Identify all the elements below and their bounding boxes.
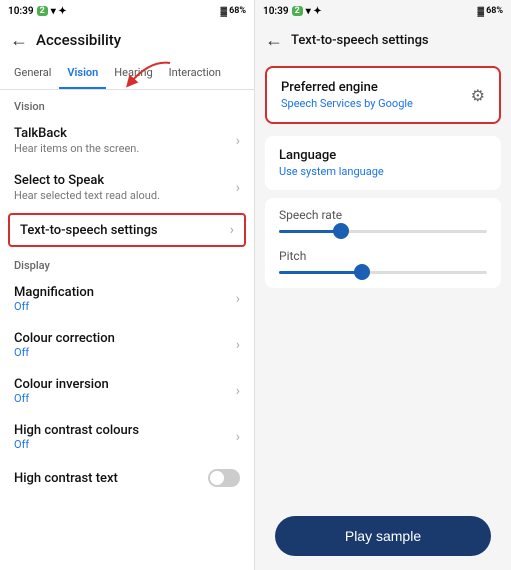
speech-rate-label: Speech rate (279, 208, 487, 222)
tab-interaction[interactable]: Interaction (161, 58, 229, 89)
talkback-title: TalkBack (14, 126, 236, 141)
preferred-engine-card[interactable]: Preferred engine Speech Services by Goog… (265, 66, 501, 124)
notification-badge-left: 2 (37, 6, 48, 16)
colour-inversion-title: Colour inversion (14, 377, 236, 392)
speech-rate-fill (279, 230, 341, 233)
notification-badge-right: 2 (292, 6, 303, 16)
page-title-right: Text-to-speech settings (291, 33, 429, 48)
pitch-thumb[interactable] (354, 264, 370, 280)
right-panel: 10:39 2 ▾ ✦ ▓ 68% ← Text-to-speech setti… (255, 0, 511, 570)
tabs-bar: General Vision Hearing Interaction (0, 58, 254, 90)
signal-icon-right: ▾ ✦ (306, 6, 322, 17)
play-button-container: Play sample (255, 502, 511, 570)
language-row[interactable]: Language Use system language (265, 136, 501, 190)
chevron-icon: › (236, 337, 240, 353)
tab-vision[interactable]: Vision (59, 58, 106, 89)
magnification-title: Magnification (14, 285, 236, 300)
chevron-icon: › (230, 222, 234, 238)
colour-correction-item[interactable]: Colour correction Off › (0, 322, 254, 368)
select-speak-sub: Hear selected text read aloud. (14, 189, 236, 202)
play-sample-button[interactable]: Play sample (275, 516, 491, 556)
speech-rate-track[interactable] (279, 230, 487, 233)
chevron-icon: › (236, 383, 240, 399)
battery-icon-right: ▓ (478, 6, 485, 17)
chevron-icon: › (236, 180, 240, 196)
sliders-card: Speech rate Pitch (265, 198, 501, 288)
hct-toggle[interactable] (208, 469, 240, 487)
speech-rate-thumb[interactable] (333, 223, 349, 239)
status-left: 10:39 2 ▾ ✦ (8, 6, 67, 17)
high-contrast-text-item[interactable]: High contrast text (0, 460, 254, 496)
top-bar-right: ← Text-to-speech settings (255, 22, 511, 58)
colour-inversion-status: Off (14, 392, 236, 405)
language-card[interactable]: Language Use system language (265, 136, 501, 190)
battery-pct-left: 68% (229, 6, 246, 16)
preferred-engine-row[interactable]: Preferred engine Speech Services by Goog… (267, 68, 499, 122)
pitch-label: Pitch (279, 249, 487, 263)
battery-icon: ▓ (221, 6, 228, 17)
talkback-item[interactable]: TalkBack Hear items on the screen. › (0, 117, 254, 164)
tts-settings-title: Text-to-speech settings (20, 223, 230, 238)
colour-correction-status: Off (14, 346, 236, 359)
status-bar-right: 10:39 2 ▾ ✦ ▓ 68% (255, 0, 511, 22)
pitch-track[interactable] (279, 271, 487, 274)
vision-section-label: Vision (0, 90, 254, 117)
chevron-icon: › (236, 133, 240, 149)
language-sub: Use system language (279, 165, 487, 178)
tts-settings-item[interactable]: Text-to-speech settings › (8, 213, 246, 247)
preferred-engine-sub: Speech Services by Google (281, 97, 471, 110)
tab-general[interactable]: General (6, 58, 59, 89)
magnification-item[interactable]: Magnification Off › (0, 276, 254, 322)
hct-title: High contrast text (14, 471, 208, 486)
talkback-sub: Hear items on the screen. (14, 142, 236, 155)
tab-hearing[interactable]: Hearing (106, 58, 160, 89)
colour-correction-title: Colour correction (14, 331, 236, 346)
display-section-label: Display (0, 249, 254, 276)
hcc-status: Off (14, 438, 236, 451)
top-bar-left: ← Accessibility (0, 22, 254, 58)
select-to-speak-item[interactable]: Select to Speak Hear selected text read … (0, 164, 254, 211)
page-title-left: Accessibility (36, 31, 121, 49)
time-left: 10:39 (8, 6, 34, 17)
hcc-title: High contrast colours (14, 423, 236, 438)
language-title: Language (279, 148, 487, 163)
gear-icon[interactable]: ⚙ (471, 86, 485, 105)
battery-pct-right: 68% (486, 6, 503, 16)
back-button-left[interactable]: ← (10, 30, 28, 51)
colour-inversion-item[interactable]: Colour inversion Off › (0, 368, 254, 414)
magnification-status: Off (14, 300, 236, 313)
back-button-right[interactable]: ← (265, 30, 283, 51)
signal-icon: ▾ ✦ (51, 6, 67, 17)
pitch-fill (279, 271, 362, 274)
time-right: 10:39 (263, 6, 289, 17)
high-contrast-colours-item[interactable]: High contrast colours Off › (0, 414, 254, 460)
chevron-icon: › (236, 291, 240, 307)
status-bar-left: 10:39 2 ▾ ✦ ▓ 68% (0, 0, 254, 22)
preferred-engine-title: Preferred engine (281, 80, 471, 95)
select-speak-title: Select to Speak (14, 173, 236, 188)
status-right: ▓ 68% (221, 6, 247, 17)
chevron-icon: › (236, 429, 240, 445)
